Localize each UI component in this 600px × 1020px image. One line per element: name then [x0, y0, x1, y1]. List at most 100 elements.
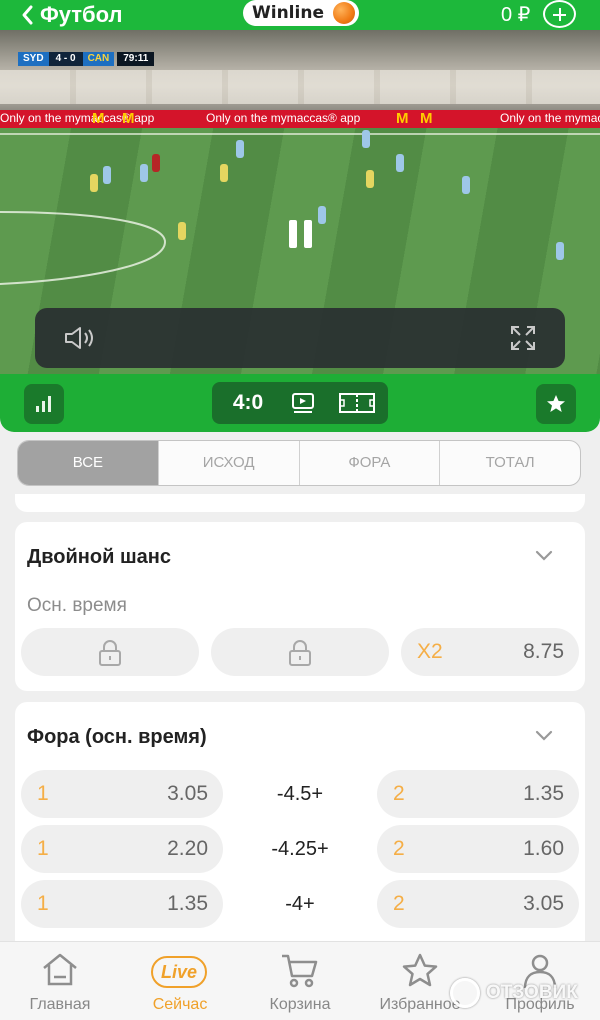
player — [556, 242, 564, 260]
chevron-down-icon[interactable] — [535, 550, 553, 562]
ad-text: Only on the mymaccas® app — [206, 111, 361, 125]
video-controls — [35, 308, 565, 368]
handicap-line: -4.25+ — [271, 838, 329, 860]
mcdonalds-logo: M — [396, 110, 409, 127]
deposit-plus-button[interactable] — [543, 0, 576, 28]
odds-value: 2.20 — [167, 837, 208, 860]
odds-button-away[interactable]: 2 3.05 — [377, 880, 579, 928]
cart-icon — [282, 954, 318, 988]
player — [362, 130, 370, 148]
nav-home[interactable]: Главная — [0, 942, 120, 1020]
player — [140, 164, 148, 182]
previous-market-card — [15, 494, 585, 512]
market-period: Осн. время — [27, 595, 127, 616]
locked-odds-button — [21, 628, 199, 676]
player — [462, 176, 470, 194]
stadium-seats — [0, 70, 600, 104]
handicap-line: -4+ — [285, 893, 315, 915]
away-team: CAN — [82, 52, 115, 66]
statistics-button[interactable] — [24, 384, 64, 424]
player — [236, 140, 244, 158]
odds-button-x2[interactable]: X2 8.75 — [401, 628, 579, 676]
scoreboard: SYD 4 - 0 CAN 79:11 — [18, 52, 155, 66]
stats-bars-icon — [36, 396, 51, 412]
mcdonalds-logo: M — [420, 110, 433, 127]
ball-icon — [333, 2, 355, 24]
star-icon — [402, 953, 438, 987]
mcdonalds-logo: M — [92, 110, 105, 127]
top-bar: Футбол Winline 0 ₽ — [0, 0, 600, 30]
nav-live[interactable]: Live Сейчас — [120, 942, 240, 1020]
mcdonalds-logo: M — [122, 110, 135, 127]
video-player[interactable]: Only on the mymaccas® app M M Only on th… — [0, 30, 600, 374]
odds-value: 3.05 — [523, 892, 564, 915]
player — [90, 174, 98, 192]
handicap-line: -4.5+ — [276, 783, 324, 805]
player — [396, 154, 404, 172]
volume-icon[interactable] — [63, 324, 99, 352]
nav-cart[interactable]: Корзина — [240, 942, 360, 1020]
watermark-text: ОТЗОВИК — [486, 982, 578, 1003]
pause-icon[interactable] — [288, 220, 314, 248]
player — [152, 154, 160, 172]
outcome-label: X2 — [417, 640, 443, 663]
nav-label: Сейчас — [152, 996, 208, 1013]
favorite-button[interactable] — [536, 384, 576, 424]
chevron-down-icon[interactable] — [535, 730, 553, 742]
watermark: ОТЗОВИК — [450, 975, 578, 1011]
odds-button-away[interactable]: 2 1.35 — [377, 770, 579, 818]
odds-value: 8.75 — [523, 640, 564, 663]
tab-total[interactable]: ТОТАЛ — [440, 441, 580, 485]
outcome-label: 1 — [37, 892, 49, 915]
nav-label: Корзина — [269, 996, 331, 1013]
tab-handicap[interactable]: ФОРА — [300, 441, 441, 485]
balance[interactable]: 0 ₽ — [501, 0, 530, 30]
market-tabs: ВСЕ ИСХОД ФОРА ТОТАЛ — [17, 440, 581, 486]
market-title: Двойной шанс — [27, 546, 171, 568]
odds-button-home[interactable]: 1 3.05 — [21, 770, 223, 818]
live-score: 4:0 — [232, 391, 264, 414]
odds-button-home[interactable]: 1 1.35 — [21, 880, 223, 928]
double-chance-card: Двойной шанс Осн. время X2 8.75 — [15, 522, 585, 691]
page-title: Футбол — [40, 2, 123, 27]
star-icon — [547, 395, 565, 412]
tab-outcome[interactable]: ИСХОД — [159, 441, 300, 485]
odds-value: 1.35 — [167, 892, 208, 915]
ad-text: Only on the mymaccas® app — [500, 111, 600, 125]
match-score: 4 - 0 — [48, 52, 83, 66]
score-box: 4:0 — [212, 382, 388, 424]
player — [366, 170, 374, 188]
lock-icon — [99, 640, 121, 666]
live-icon: Live — [151, 956, 207, 988]
tab-all[interactable]: ВСЕ — [18, 441, 159, 485]
lock-icon — [289, 640, 311, 666]
odds-value: 3.05 — [167, 782, 208, 805]
match-clock: 79:11 — [117, 52, 155, 66]
odds-value: 1.35 — [523, 782, 564, 805]
outcome-label: 1 — [37, 782, 49, 805]
locked-odds-button — [211, 628, 389, 676]
match-info-bar: 4:0 — [0, 374, 600, 432]
back-button[interactable]: Футбол — [20, 0, 123, 30]
chevron-left-icon — [22, 5, 33, 25]
odds-button-away[interactable]: 2 1.60 — [377, 825, 579, 873]
nav-label: Главная — [29, 996, 91, 1013]
player — [318, 206, 326, 224]
pitch-field-icon[interactable] — [332, 388, 382, 418]
outcome-label: 2 — [393, 892, 405, 915]
watermark-logo-icon — [450, 978, 480, 1008]
video-tv-icon[interactable] — [278, 388, 328, 418]
player — [220, 164, 228, 182]
outcome-label: 1 — [37, 837, 49, 860]
winline-logo[interactable]: Winline — [243, 0, 359, 26]
outcome-label: 2 — [393, 837, 405, 860]
home-icon — [43, 953, 77, 986]
fullscreen-icon[interactable] — [509, 324, 537, 352]
odds-value: 1.60 — [523, 837, 564, 860]
player — [103, 166, 111, 184]
home-team: SYD — [18, 52, 49, 66]
outcome-label: 2 — [393, 782, 405, 805]
odds-button-home[interactable]: 1 2.20 — [21, 825, 223, 873]
player — [178, 222, 186, 240]
market-title: Фора (осн. время) — [27, 726, 207, 748]
